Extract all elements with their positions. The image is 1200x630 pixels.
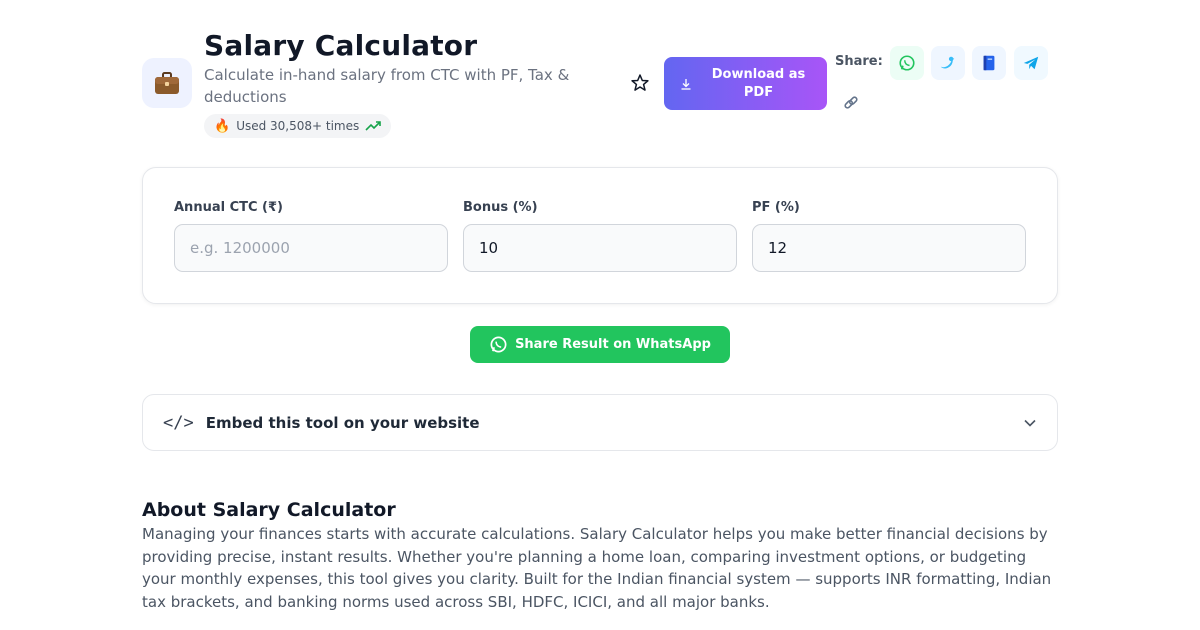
- share-whatsapp-button[interactable]: [890, 46, 924, 80]
- embed-title: Embed this tool on your website: [205, 413, 480, 432]
- bonus-label: Bonus (%): [463, 200, 538, 215]
- share-result-label: Share Result on WhatsApp: [515, 337, 711, 352]
- star-outline-icon: [631, 74, 649, 91]
- whatsapp-icon: [490, 336, 507, 353]
- pf-field: PF (%): [752, 200, 1026, 272]
- link-icon: [844, 96, 858, 109]
- copy-link-button[interactable]: [834, 86, 868, 120]
- twitter-icon: [940, 56, 955, 69]
- telegram-icon: [1023, 56, 1039, 70]
- chevron-down-icon: [1023, 416, 1037, 430]
- tool-header: Salary Calculator Calculate in-hand sala…: [142, 28, 1058, 140]
- download-pdf-label: Download as PDF: [711, 66, 806, 100]
- facebook-icon: [983, 55, 995, 71]
- share-label: Share:: [835, 54, 883, 69]
- usage-badge: 🔥 Used 30,508+ times: [204, 114, 392, 138]
- share-result-whatsapp-button[interactable]: Share Result on WhatsApp: [470, 326, 730, 363]
- favorite-star-button[interactable]: [630, 73, 650, 93]
- bonus-input[interactable]: [463, 224, 737, 272]
- download-pdf-button[interactable]: Download as PDF: [664, 57, 827, 110]
- annual-ctc-field: Annual CTC (₹): [174, 200, 448, 272]
- usage-count: Used 30,508+ times: [236, 119, 360, 133]
- about-section: About Salary Calculator Managing your fi…: [142, 497, 1058, 613]
- about-heading: About Salary Calculator: [142, 499, 396, 521]
- fire-icon: 🔥: [214, 118, 231, 134]
- trending-up-icon: [365, 121, 382, 131]
- page-title: Salary Calculator: [204, 29, 478, 62]
- share-twitter-button[interactable]: [931, 46, 965, 80]
- embed-tool-accordion[interactable]: </> Embed this tool on your website: [142, 394, 1058, 451]
- bonus-field: Bonus (%): [463, 200, 737, 272]
- pf-label: PF (%): [752, 200, 800, 215]
- annual-ctc-input[interactable]: [174, 224, 448, 272]
- share-facebook-button[interactable]: [972, 46, 1006, 80]
- pf-input[interactable]: [752, 224, 1026, 272]
- code-icon: </>: [163, 412, 194, 433]
- briefcase-icon: [142, 58, 192, 108]
- about-body: Managing your finances starts with accur…: [142, 525, 1052, 611]
- page-subtitle: Calculate in-hand salary from CTC with P…: [204, 66, 570, 106]
- whatsapp-icon: [899, 55, 915, 71]
- annual-ctc-label: Annual CTC (₹): [174, 200, 283, 215]
- share-telegram-button[interactable]: [1014, 46, 1048, 80]
- calculator-input-card: Annual CTC (₹) Bonus (%) PF (%): [142, 167, 1058, 304]
- download-icon: [681, 78, 691, 90]
